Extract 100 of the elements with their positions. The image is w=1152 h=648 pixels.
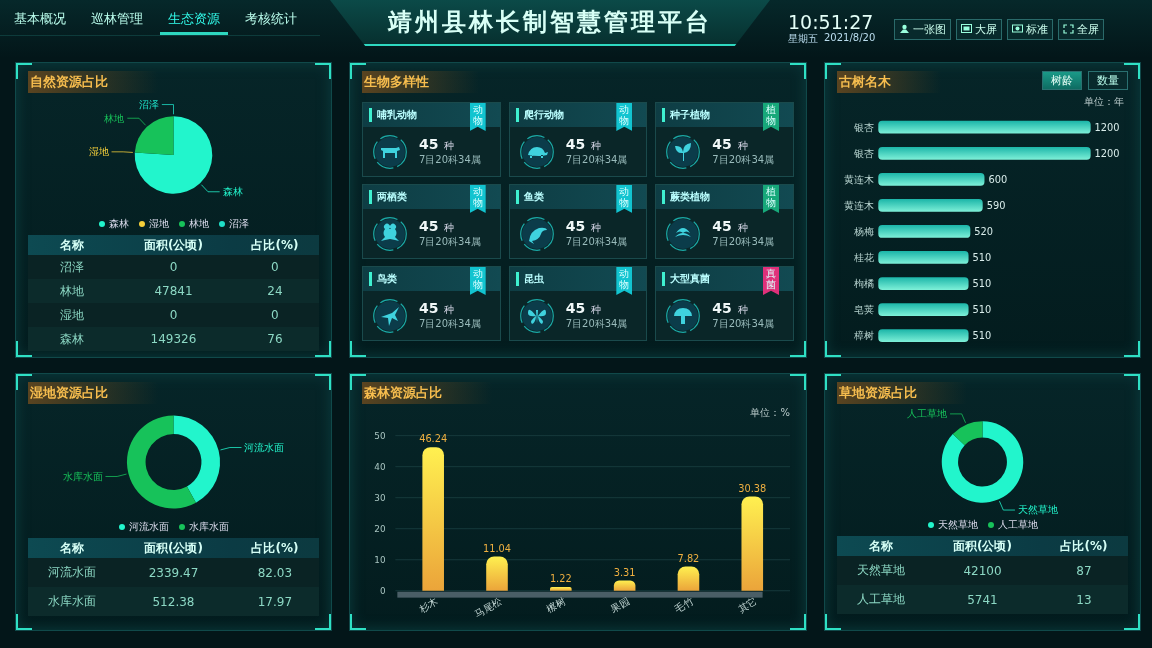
species-count: 45 (419, 218, 439, 234)
table-cell-text: 0 (270, 260, 280, 274)
frog-icon (373, 216, 407, 251)
species-count: 45 (565, 136, 586, 152)
taxonomy-summary: 7目20科34属 (712, 235, 775, 249)
taxonomy-summary: 7目20科34属 (712, 317, 775, 331)
view-button[interactable]: 大屏 (956, 18, 1003, 40)
value-label: 1200 (1094, 121, 1120, 133)
axis-label: 檫树 (544, 594, 568, 615)
tick-label: 10 (374, 554, 386, 565)
toggle-button[interactable]: 数量 (1088, 71, 1128, 90)
axis-label: 杉木 (417, 594, 441, 615)
card-title: 爬行动物 (523, 108, 564, 122)
toggle-button[interactable]: 树龄 (1042, 71, 1082, 90)
leader-line (111, 151, 134, 153)
leader-line (105, 473, 127, 477)
value-label: 590 (986, 199, 1006, 211)
taxonomy-summary: 7目20科34属 (419, 153, 481, 167)
corner-bracket (1124, 374, 1140, 390)
taxonomy-summary: 7目20科34属 (565, 235, 628, 249)
axis-label: 果园 (608, 594, 632, 615)
legend-label: 河流水面 (128, 520, 169, 534)
axis-label: 黄连木 (844, 173, 875, 185)
card-title: 鸟类 (377, 272, 397, 286)
value-label: 3.31 (613, 566, 636, 578)
axis-label: 银杏 (854, 147, 875, 159)
expand-icon (1063, 24, 1075, 34)
view-button[interactable]: 全屏 (1058, 18, 1105, 40)
view-button[interactable]: 一张图 (894, 18, 952, 40)
table-cell-text: 24 (266, 284, 284, 298)
category-ribbon: 动物 (469, 185, 486, 213)
clock-time: 10:51:27 (788, 12, 875, 32)
card-title: 大型真菌 (670, 272, 711, 286)
table-cell-text: 森林 (59, 330, 86, 348)
count-unit: 种 (737, 303, 748, 317)
species-count: 45 (419, 136, 439, 152)
corner-bracket (790, 374, 806, 390)
corner-bracket (825, 341, 841, 357)
monitor-icon (1012, 24, 1024, 34)
taxonomy-summary: 7目20科34属 (565, 153, 628, 167)
legend-label: 天然草地 (937, 518, 978, 532)
axis-label: 桂花 (854, 251, 875, 263)
value-label: 600 (988, 173, 1008, 185)
table-cell-text: 82.03 (256, 565, 294, 580)
corner-bracket (825, 63, 841, 79)
leader-line (201, 184, 221, 193)
card-title: 鱼类 (523, 190, 544, 204)
value-label: 11.04 (483, 542, 511, 554)
category-ribbon: 动物 (616, 267, 633, 295)
value-label: 520 (974, 225, 993, 237)
corner-bracket (16, 374, 32, 390)
table-cell-text: 0 (168, 308, 179, 322)
axis-label: 黄连木 (844, 199, 875, 211)
nav-tab[interactable]: 基本概况 (6, 10, 74, 35)
category-ribbon: 真菌 (763, 267, 779, 295)
legend-label: 森林 (108, 217, 129, 231)
leader-line (999, 500, 1016, 511)
species-count: 45 (712, 300, 732, 316)
header-cell-text: 名称 (59, 236, 86, 254)
species-count: 45 (565, 218, 586, 234)
axis-label: 樟树 (854, 330, 875, 342)
nav-tab[interactable]: 生态资源 (160, 10, 228, 35)
corner-bracket (790, 63, 806, 79)
corner-bracket (16, 63, 32, 79)
corner-bracket (315, 63, 331, 79)
slice-label: 人工草地 (907, 408, 948, 420)
view-button[interactable]: 标准 (1007, 18, 1054, 40)
axis-label: 其它 (736, 594, 760, 615)
value-label: 46.24 (419, 433, 448, 445)
legend-label: 林地 (188, 217, 209, 231)
tick-label: 20 (374, 523, 386, 534)
corner-bracket (825, 374, 841, 390)
screen-icon (961, 24, 973, 34)
fish-icon (519, 216, 554, 251)
header-cell-text: 占比(%) (1059, 537, 1109, 555)
card-title: 哺乳动物 (377, 108, 417, 122)
nav-tab[interactable]: 巡林管理 (83, 10, 151, 35)
corner-bracket (350, 374, 366, 390)
table-cell-text: 13 (1075, 592, 1093, 607)
header-cell-text: 名称 (868, 537, 895, 555)
axis-label: 杨梅 (854, 225, 875, 237)
count-unit: 种 (737, 139, 748, 153)
nav-tab[interactable]: 考核统计 (237, 10, 305, 35)
card-title: 种子植物 (670, 108, 711, 122)
table-cell-text: 42100 (962, 563, 1003, 578)
slice-label: 水库水面 (62, 470, 103, 482)
category-ribbon: 动物 (469, 267, 486, 295)
table-cell-text: 天然草地 (856, 562, 907, 579)
weekday: 星期五 (788, 32, 818, 46)
tick-label: 50 (374, 430, 386, 441)
header-cell-text: 占比(%) (250, 236, 300, 254)
header-cell-text: 面积(公顷) (952, 537, 1013, 555)
legend-label: 水库水面 (188, 520, 229, 534)
table-cell-text: 17.97 (256, 594, 294, 609)
date: 2021/8/20 (824, 32, 876, 45)
tick-label: 40 (374, 461, 386, 472)
bird-icon (373, 298, 407, 333)
taxonomy-summary: 7目20科34属 (712, 153, 775, 167)
corner-bracket (350, 614, 366, 630)
value-label: 510 (972, 304, 992, 315)
